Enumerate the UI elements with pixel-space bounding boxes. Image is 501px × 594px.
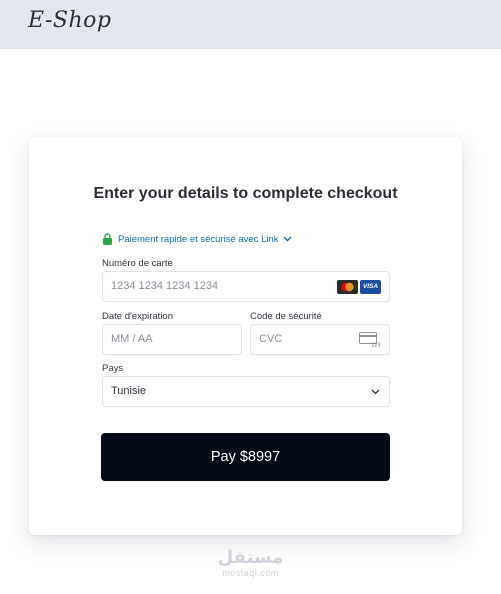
link-payment-toggle[interactable]: Paiement rapide et sécurisé avec Link	[102, 233, 292, 245]
link-payment-text: Paiement rapide et sécurisé avec Link	[118, 233, 279, 245]
cvc-field[interactable]: 123	[250, 324, 390, 355]
cvc-icon-digits: 123	[371, 343, 380, 348]
watermark: مستقل mostaql.com	[0, 547, 501, 579]
expiry-input[interactable]	[111, 325, 231, 354]
card-number-label: Numéro de carte	[102, 258, 173, 269]
credit-card-back-icon: 123	[359, 332, 381, 347]
cvc-input[interactable]	[259, 325, 349, 354]
cvc-label: Code de sécurité	[250, 311, 322, 322]
country-label: Pays	[102, 363, 124, 374]
checkout-title: Enter your details to complete checkout	[93, 185, 398, 202]
lock-icon	[103, 233, 112, 245]
card-number-field[interactable]: VISA	[102, 271, 390, 302]
chevron-down-icon	[371, 389, 380, 395]
chevron-down-icon	[283, 236, 292, 242]
watermark-latin: mostaql.com	[222, 568, 279, 578]
top-header: E-Shop	[0, 0, 501, 49]
checkout-card: Enter your details to complete checkout …	[29, 137, 462, 535]
expiry-label: Date d'expiration	[102, 311, 173, 322]
country-select[interactable]: Tunisie	[102, 376, 390, 407]
brand-logo[interactable]: E-Shop	[28, 8, 111, 33]
mastercard-icon	[337, 280, 358, 294]
watermark-arabic: مستقل	[217, 547, 284, 568]
card-number-input[interactable]	[111, 272, 311, 301]
country-value: Tunisie	[111, 385, 147, 397]
expiry-field[interactable]	[102, 324, 242, 355]
visa-icon: VISA	[360, 280, 381, 294]
card-brands: VISA	[337, 280, 381, 294]
pay-button[interactable]: Pay $8997	[101, 433, 390, 481]
